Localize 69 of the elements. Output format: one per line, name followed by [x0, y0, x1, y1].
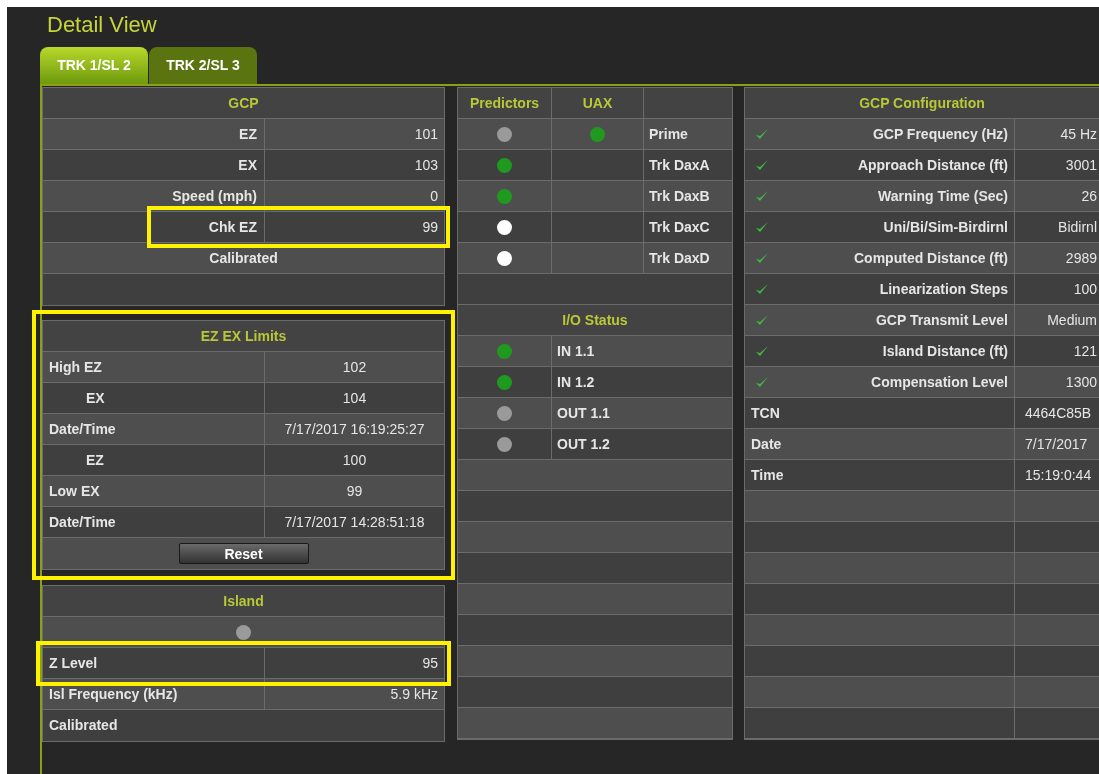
table-cell-text: 103 [413, 155, 439, 175]
table-cell-text: Island Distance (ft) [882, 341, 1008, 361]
table-cell-text: 100 [341, 450, 368, 470]
table-cell-text: 15:19:0:44 [1024, 465, 1093, 485]
table-cell-text: 7/17/2017 14:28:51:18 [283, 512, 426, 532]
table-cell-text: Trk DaxB [648, 186, 711, 206]
table-cell-text: 99 [345, 481, 364, 501]
status-text: Calibrated [49, 716, 118, 735]
column-header: Predictors [458, 88, 552, 118]
table-cell: Chk EZ [153, 212, 265, 242]
table-cell-text: Approach Distance (ft) [857, 155, 1008, 175]
table-cell-text: Linearization Steps [879, 279, 1008, 299]
table-cell-text: 2989 [1064, 248, 1098, 268]
table-cell-text: Uni/Bi/Sim-Birdirnl [883, 217, 1008, 237]
tab[interactable]: TRK 2/SL 3 [149, 47, 257, 84]
table-cell-text: 101 [413, 124, 439, 144]
table-cell-text: Trk DaxD [648, 248, 711, 268]
table-cell-text: 95 [421, 653, 439, 673]
table-cell-text: OUT 1.2 [556, 434, 611, 454]
table-cell-text: 45 Hz [1059, 124, 1098, 144]
table-cell-text: 121 [1072, 341, 1098, 361]
table-cell: TCN [745, 398, 1015, 428]
section-header: I/O Status [458, 305, 732, 336]
section-header: EZ EX Limits [43, 321, 444, 352]
table-cell: Speed (mph) [153, 181, 265, 211]
table-cell-text: Medium [1046, 310, 1098, 330]
table-cell-text: 5.9 kHz [389, 684, 439, 704]
section-header: GCP [43, 88, 444, 119]
table-cell-text: 7/17/2017 [1024, 434, 1089, 454]
table-cell-text: 4464C85B [1024, 403, 1093, 423]
table-cell-text: 99 [421, 217, 439, 237]
table-cell: Time [745, 460, 1015, 490]
table-cell: Isl Frequency (kHz) [43, 679, 265, 709]
table-cell-text: Computed Distance (ft) [854, 248, 1008, 268]
section-header: GCP Configuration [745, 88, 1099, 119]
table-cell-text: Prime [648, 124, 689, 144]
status-text: Calibrated [209, 248, 278, 268]
table-cell-text: 3001 [1064, 155, 1098, 175]
table-cell: Date [745, 429, 1015, 459]
table-cell: Date/Time [43, 507, 265, 537]
table-cell-text: Warning Time (Sec) [878, 186, 1008, 206]
table-cell-text: 104 [341, 388, 368, 408]
table-cell-text: Trk DaxC [648, 217, 711, 237]
table-cell: EZ [153, 119, 265, 149]
table-cell-text: GCP Transmit Level [876, 310, 1008, 330]
table-cell: EX [153, 150, 265, 180]
table-cell-text: Trk DaxA [648, 155, 711, 175]
table-cell: High EZ [43, 352, 265, 382]
section-header: Island [43, 586, 444, 617]
reset-button[interactable]: Reset [178, 543, 309, 564]
table-cell-text: 26 [1080, 186, 1098, 206]
table-cell-text: 102 [341, 357, 368, 377]
page-title: Detail View [47, 12, 157, 37]
table-cell: Low EX [43, 476, 265, 506]
table-cell: Date/Time [43, 414, 265, 444]
table-cell-text: IN 1.1 [556, 341, 596, 361]
table-cell-text: 100 [1072, 279, 1098, 299]
table-cell-text: Compensation Level [871, 372, 1008, 392]
table-cell-text: OUT 1.1 [556, 403, 611, 423]
table-cell-text: GCP Frequency (Hz) [872, 124, 1008, 144]
table-cell-text: 1300 [1064, 372, 1098, 392]
table-cell-text: 0 [429, 186, 439, 206]
table-cell: Z Level [43, 648, 265, 678]
column-header: UAX [552, 88, 644, 118]
table-cell-text: 7/17/2017 16:19:25:27 [283, 419, 426, 439]
table-cell-text: IN 1.2 [556, 372, 596, 392]
table-cell-text: Bidirnl [1057, 217, 1098, 237]
table-cell: EZ [43, 445, 265, 475]
table-cell: EX [43, 383, 265, 413]
